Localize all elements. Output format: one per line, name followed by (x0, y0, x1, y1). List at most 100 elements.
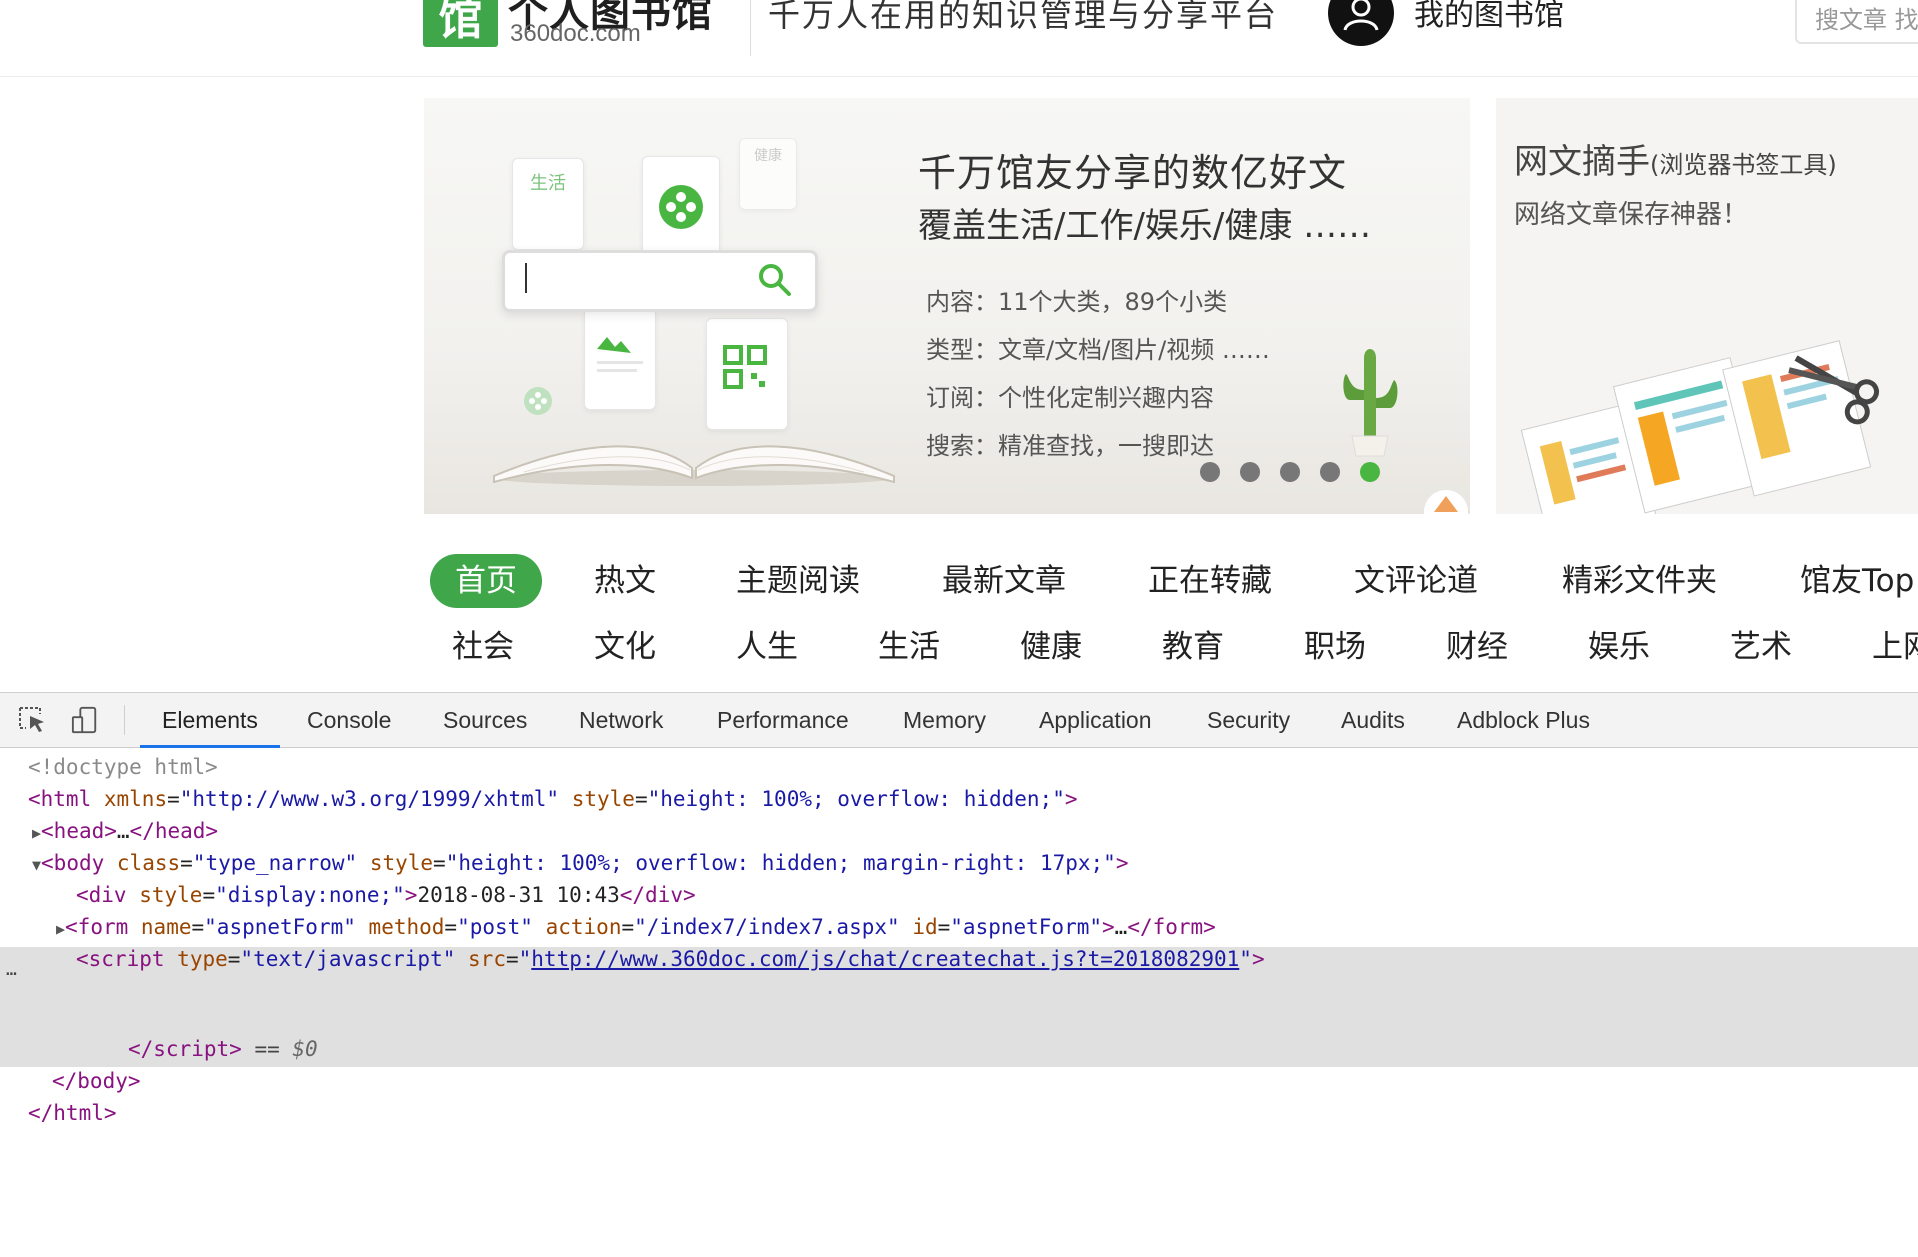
body-style-value: height: 100%; overflow: hidden; margin-r… (458, 851, 1104, 875)
toolbar-separator (124, 705, 125, 735)
collapse-triangle-icon[interactable]: ▼ (32, 856, 41, 874)
banner-carousel[interactable]: 生活 健康 千万馆友分享的数亿好文 覆盖生活/工作/娱乐/健康 …… 内容：11… (424, 98, 1470, 514)
bookmarklet-subtitle: 网络文章保存神器！ (1514, 200, 1749, 230)
tab-adblock-plus[interactable]: Adblock Plus (1457, 693, 1590, 747)
nav-culture[interactable]: 文化 (594, 620, 656, 674)
banner-card-image (584, 308, 656, 410)
arrow-up-icon (1434, 496, 1458, 512)
my-library-link[interactable]: 我的图书馆 (1414, 0, 1564, 34)
carousel-dot[interactable] (1280, 462, 1300, 482)
nav-health[interactable]: 健康 (1020, 620, 1082, 674)
image-icon (597, 337, 643, 372)
tab-performance[interactable]: Performance (717, 693, 849, 747)
carousel-dot[interactable] (1240, 462, 1260, 482)
bookmarklet-title: 网文摘手(浏览器书签工具) (1514, 134, 1837, 183)
form-node[interactable]: ▶<form name="aspnetForm" method="post" a… (56, 911, 1216, 943)
expand-triangle-icon[interactable]: ▶ (32, 824, 41, 842)
nav-art[interactable]: 艺术 (1730, 620, 1792, 674)
bookmarklet-title-main: 网文摘手 (1514, 142, 1650, 182)
banner-card-label: 生活 (530, 173, 566, 194)
div-text: 2018-08-31 10:43 (417, 883, 620, 907)
search-icon (759, 264, 791, 296)
form-action-value: /index7/index7.aspx (646, 915, 887, 939)
form-name-value: aspnetForm (216, 915, 344, 939)
nav-education[interactable]: 教育 (1162, 620, 1224, 674)
tab-application[interactable]: Application (1039, 693, 1152, 747)
nav-reviews[interactable]: 文评论道 (1354, 554, 1478, 608)
html-xmlns-value: http://www.w3.org/1999/xhtml (192, 787, 547, 811)
nav-hot[interactable]: 热文 (594, 554, 656, 608)
device-toolbar-icon[interactable] (70, 706, 100, 734)
nav-internet[interactable]: 上网 (1872, 620, 1918, 674)
nav-society[interactable]: 社会 (452, 620, 514, 674)
head-collapsed: … (116, 819, 130, 843)
bookmarklet-banner[interactable]: 网文摘手(浏览器书签工具) 网络文章保存神器！ (1496, 98, 1918, 514)
tab-elements[interactable]: Elements (140, 693, 280, 748)
banner-subheadline: 覆盖生活/工作/娱乐/健康 …… (918, 206, 1372, 246)
devtools-toolbar: Elements Console Sources Network Perform… (0, 693, 1918, 748)
node-actions-ellipsis[interactable]: … (6, 959, 18, 980)
banner-headline: 千万馆友分享的数亿好文 (918, 151, 1348, 195)
scroll-top-button[interactable] (1424, 490, 1468, 514)
html-style-value: height: 100%; overflow: hidden; (660, 787, 1053, 811)
div-style-value: display:none; (227, 883, 393, 907)
nav-entertainment[interactable]: 娱乐 (1588, 620, 1650, 674)
console-ref: == $0 (254, 1037, 318, 1061)
html-node[interactable]: <html xmlns="http://www.w3.org/1999/xhtm… (28, 783, 1078, 815)
doctype-node[interactable]: <!doctype html> (28, 751, 218, 783)
logo-domain[interactable]: 360doc.com (510, 20, 641, 48)
banner-line-subscribe: 订阅：个性化定制兴趣内容 (926, 384, 1214, 412)
form-collapsed: … (1114, 915, 1128, 939)
nav-top-users[interactable]: 馆友Top (1800, 554, 1914, 608)
text-caret (525, 263, 527, 293)
script-node[interactable]: <script type="text/javascript" src="http… (76, 943, 1265, 975)
carousel-dot[interactable] (1200, 462, 1220, 482)
script-close-node[interactable]: </script> == $0 (128, 1033, 318, 1065)
inspect-element-icon[interactable] (18, 706, 48, 734)
body-node[interactable]: ▼<body class="type_narrow" style="height… (32, 847, 1128, 879)
nav-career[interactable]: 职场 (1304, 620, 1366, 674)
site-slogan: 千万人在用的知识管理与分享平台 (768, 0, 1279, 34)
tab-console[interactable]: Console (307, 693, 391, 747)
head-node[interactable]: ▶<head>…</head> (32, 815, 218, 847)
banner-search-illustration (502, 250, 818, 312)
body-class-value: type_narrow (205, 851, 345, 875)
nav-life-philosophy[interactable]: 人生 (736, 620, 798, 674)
div-node[interactable]: <div style="display:none;">2018-08-31 10… (76, 879, 696, 911)
clipped-articles-illustration (1520, 340, 1880, 514)
tab-security[interactable]: Security (1207, 693, 1290, 747)
banner-line-search: 搜索：精准查找，一搜即达 (926, 432, 1214, 460)
banner-line-content: 内容：11个大类，89个小类 (926, 288, 1228, 316)
header-search-input[interactable]: 搜文章 找 (1795, 0, 1918, 44)
tab-memory[interactable]: Memory (903, 693, 986, 747)
nav-latest[interactable]: 最新文章 (942, 554, 1066, 608)
banner-card-health: 健康 (739, 138, 797, 210)
banner-card-label: 健康 (754, 148, 782, 164)
user-avatar-icon[interactable] (1328, 0, 1394, 46)
open-book-icon (493, 445, 895, 486)
nav-home[interactable]: 首页 (430, 554, 542, 608)
bookmarklet-title-note: (浏览器书签工具) (1650, 151, 1837, 179)
nav-finance[interactable]: 财经 (1446, 620, 1508, 674)
banner-card-film (642, 156, 720, 258)
carousel-dot[interactable] (1320, 462, 1340, 482)
nav-folders[interactable]: 精彩文件夹 (1562, 554, 1717, 608)
header-divider (750, 0, 751, 56)
nav-living[interactable]: 生活 (878, 620, 940, 674)
carousel-dots (1200, 462, 1380, 482)
tab-audits[interactable]: Audits (1341, 693, 1405, 747)
script-src-link[interactable]: http://www.360doc.com/js/chat/createchat… (531, 947, 1239, 971)
tab-network[interactable]: Network (579, 693, 663, 747)
banner-card-life: 生活 (512, 158, 584, 250)
expand-triangle-icon[interactable]: ▶ (56, 920, 65, 938)
html-close-node[interactable]: </html> (28, 1097, 117, 1129)
logo-mark[interactable]: 馆 (423, 0, 498, 47)
tab-sources[interactable]: Sources (443, 693, 527, 747)
body-close-node[interactable]: </body> (52, 1065, 141, 1097)
site-header: 馆 个人图书馆 360doc.com 千万人在用的知识管理与分享平台 我的图书馆… (0, 0, 1918, 77)
nav-reposting[interactable]: 正在转藏 (1148, 554, 1272, 608)
devtools-panel: Elements Console Sources Network Perform… (0, 692, 1918, 1257)
cactus-plant-icon (1343, 349, 1398, 457)
carousel-dot-active[interactable] (1360, 462, 1380, 482)
nav-topic-reading[interactable]: 主题阅读 (736, 554, 860, 608)
